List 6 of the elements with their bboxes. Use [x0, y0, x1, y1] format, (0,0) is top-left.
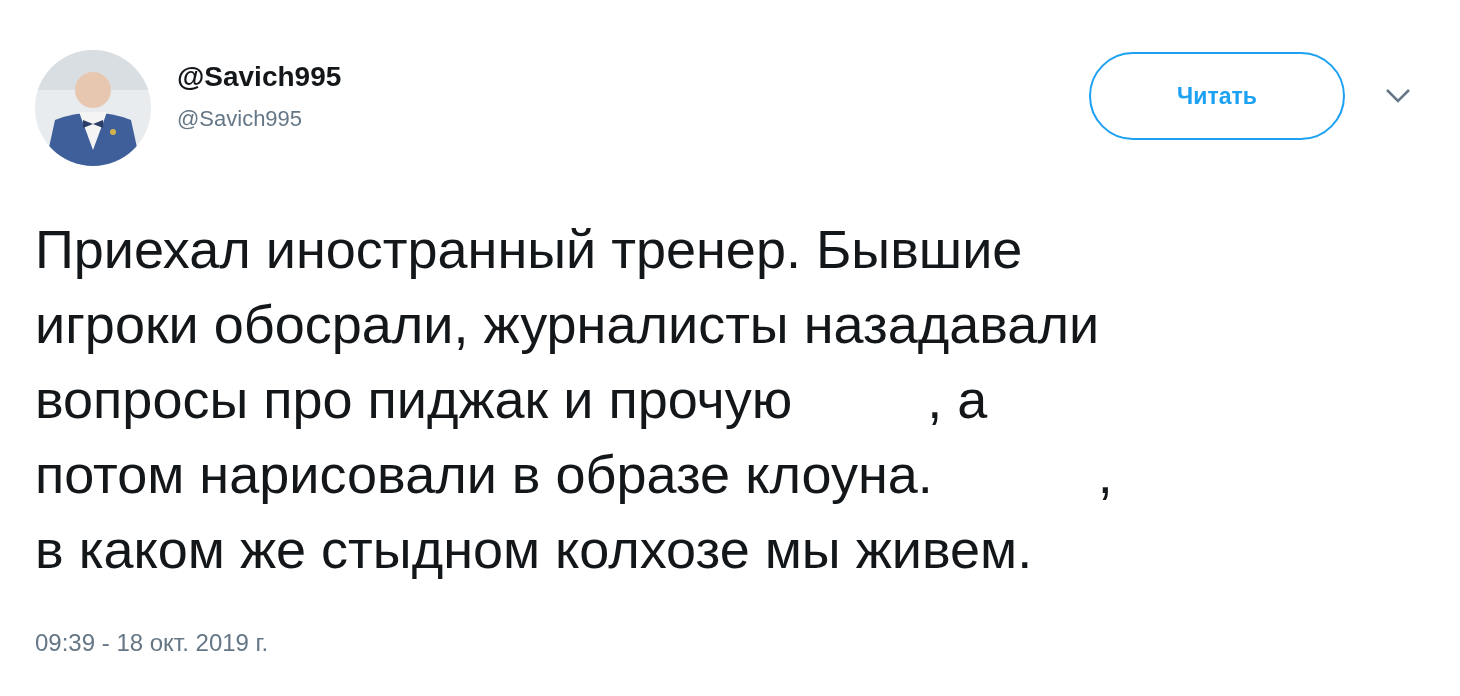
- follow-button[interactable]: Читать: [1089, 52, 1345, 140]
- tweet-text: Приехал иностранный тренер. Бывшие игроки обосрали, журналисты назадавали вопросы про пиджак и прочую , а потом нарисовали в образе клоуна. , в каком же стыдном колхозе мы живем.: [35, 218, 1114, 581]
- tweet-timestamp[interactable]: 09:39 - 18 окт. 2019 г.: [35, 625, 1460, 661]
- author-name[interactable]: @Savich995: [177, 56, 342, 98]
- author-handle: @Savich995: [177, 105, 304, 133]
- chevron-down-icon[interactable]: [1385, 88, 1411, 104]
